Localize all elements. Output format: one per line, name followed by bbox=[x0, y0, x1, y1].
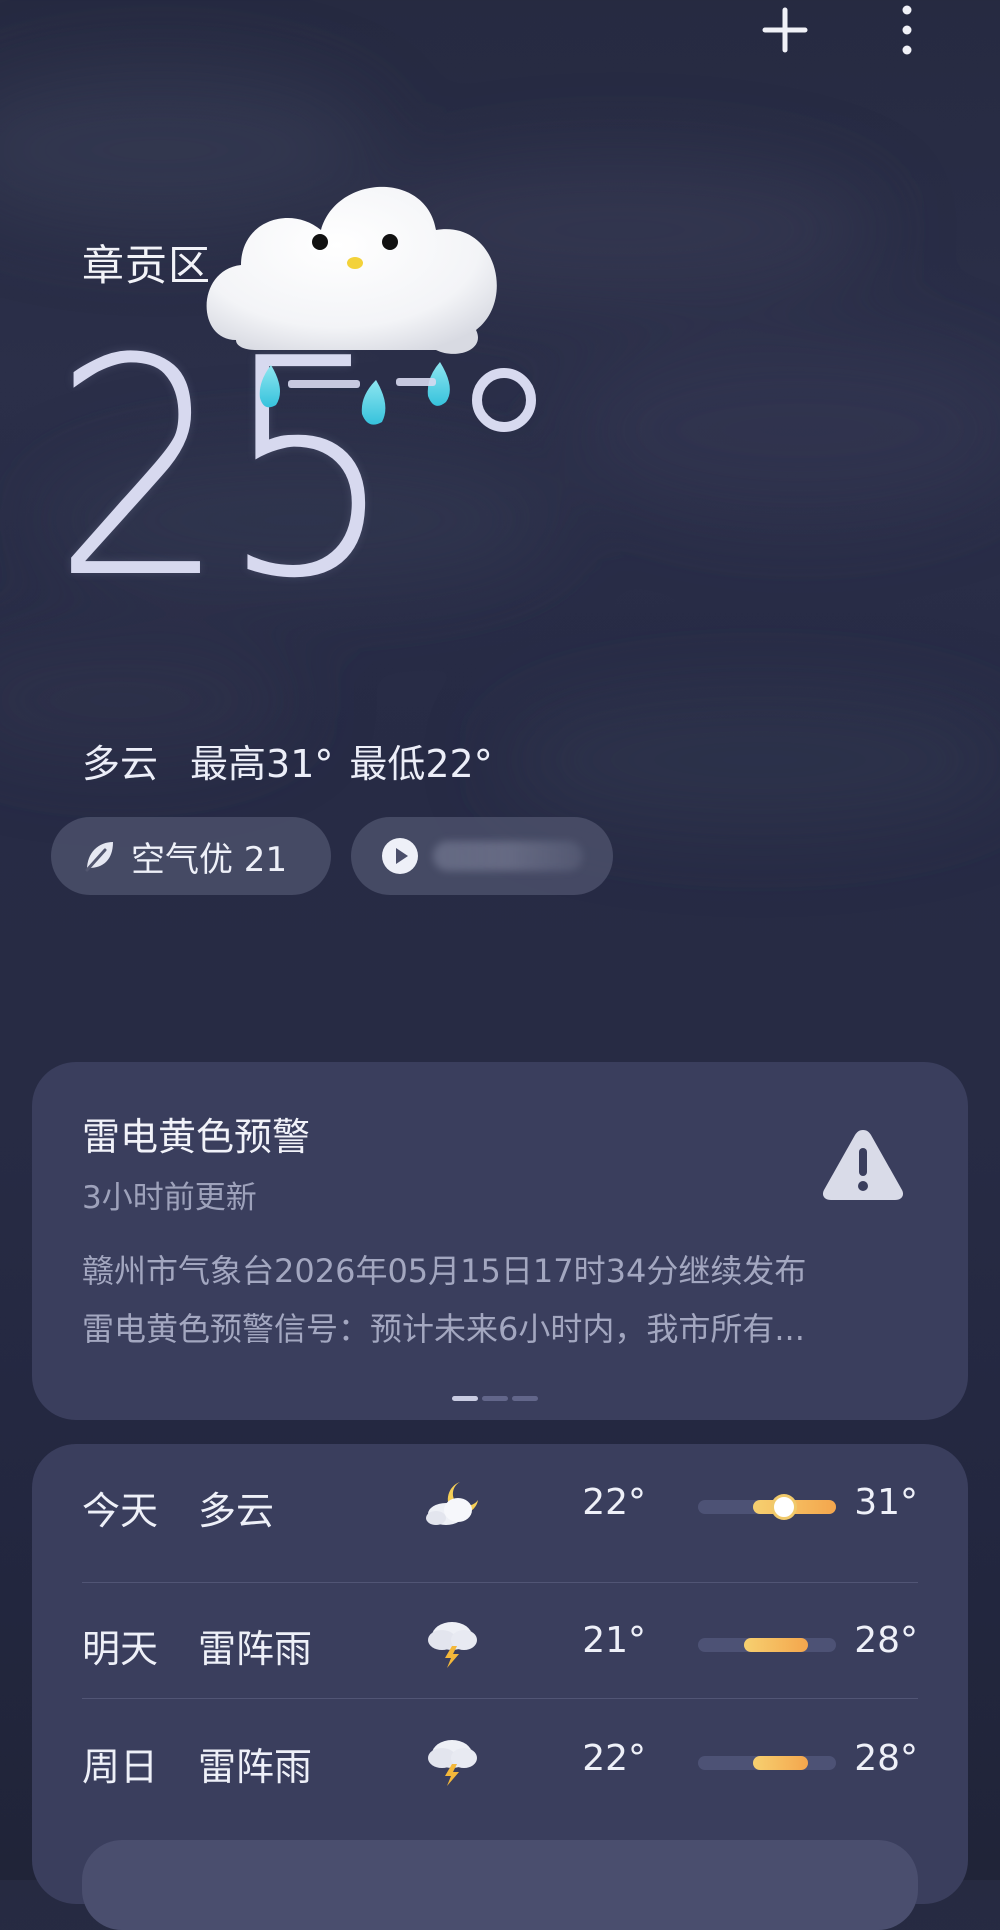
alert-title: 雷电黄色预警 bbox=[82, 1115, 311, 1159]
forecast-high: 28° bbox=[854, 1738, 918, 1779]
partly-cloudy-night-icon bbox=[426, 1482, 478, 1525]
forecast-day: 明天 bbox=[82, 1627, 159, 1671]
alert-body: 赣州市气象台2026年05月15日17时34分继续发布 雷电黄色预警信号：预计未… bbox=[82, 1242, 922, 1358]
play-icon bbox=[382, 838, 418, 874]
alert-updated-time: 3小时前更新 bbox=[82, 1180, 257, 1216]
forecast-high: 28° bbox=[854, 1620, 918, 1661]
location-name[interactable]: 章贡区 bbox=[82, 232, 211, 293]
temperature-range-fill bbox=[743, 1638, 809, 1652]
weather-video-pill[interactable] bbox=[351, 817, 613, 895]
weather-alert-card[interactable]: 雷电黄色预警 3小时前更新 赣州市气象台2026年05月15日17时34分继续发… bbox=[32, 1062, 968, 1420]
plus-icon bbox=[762, 7, 808, 53]
pager-dot bbox=[482, 1396, 508, 1401]
temperature-range-bar bbox=[698, 1638, 836, 1652]
forecast-row-sunday[interactable]: 周日 雷阵雨 22° 28° bbox=[82, 1700, 918, 1816]
warning-icon bbox=[822, 1130, 904, 1200]
forecast-day: 周日 bbox=[82, 1745, 159, 1789]
temperature-range-bar bbox=[698, 1497, 836, 1517]
pager-dot bbox=[452, 1396, 478, 1401]
thunderstorm-icon bbox=[428, 1740, 477, 1786]
current-condition: 多云 bbox=[82, 742, 159, 786]
forecast-low: 22° bbox=[582, 1738, 646, 1779]
temperature-range-fill bbox=[753, 1500, 836, 1514]
pager-dot bbox=[512, 1396, 538, 1401]
temperature-range-bar bbox=[698, 1756, 836, 1770]
forecast-condition: 雷阵雨 bbox=[198, 1745, 313, 1789]
current-temperature-marker bbox=[773, 1497, 794, 1517]
weather-summary: 多云 最高31° 最低22° bbox=[82, 733, 493, 788]
forecast-row-tomorrow[interactable]: 明天 雷阵雨 21° 28° bbox=[82, 1582, 918, 1698]
divider bbox=[82, 1698, 918, 1699]
alert-body-line-1: 赣州市气象台2026年05月15日17时34分继续发布 bbox=[82, 1252, 807, 1290]
forecast-low: 21° bbox=[582, 1620, 646, 1661]
forecast-day: 今天 bbox=[82, 1489, 159, 1533]
forecast-condition: 雷阵雨 bbox=[198, 1627, 313, 1671]
more-menu-button[interactable] bbox=[872, 0, 942, 60]
temperature-range-fill bbox=[753, 1756, 809, 1770]
alert-body-line-2: 雷电黄色预警信号：预计未来6小时内，我市所有... bbox=[82, 1310, 805, 1348]
forecast-more-button[interactable] bbox=[82, 1840, 918, 1930]
thunderstorm-icon bbox=[428, 1622, 477, 1668]
forecast-condition: 多云 bbox=[198, 1489, 275, 1533]
air-quality-pill[interactable]: 空气优 21 bbox=[51, 817, 331, 895]
alert-pager bbox=[452, 1396, 538, 1401]
daily-forecast-card: 今天 多云 22° 31° 明天 雷阵雨 21° 28° 周日 雷阵雨 22° … bbox=[32, 1444, 968, 1930]
forecast-high: 31° bbox=[854, 1482, 918, 1523]
more-vertical-icon bbox=[902, 5, 912, 55]
blurred-media-label bbox=[433, 841, 583, 871]
low-temperature: 最低22° bbox=[349, 742, 493, 786]
high-temperature: 最高31° bbox=[190, 742, 334, 786]
cloud-mascot-icon[interactable] bbox=[196, 150, 512, 430]
air-quality-label: 空气优 21 bbox=[131, 839, 288, 880]
add-city-button[interactable] bbox=[750, 0, 820, 60]
forecast-row-today[interactable]: 今天 多云 22° 31° bbox=[82, 1444, 918, 1560]
forecast-low: 22° bbox=[582, 1482, 646, 1523]
leaf-icon bbox=[85, 842, 113, 872]
